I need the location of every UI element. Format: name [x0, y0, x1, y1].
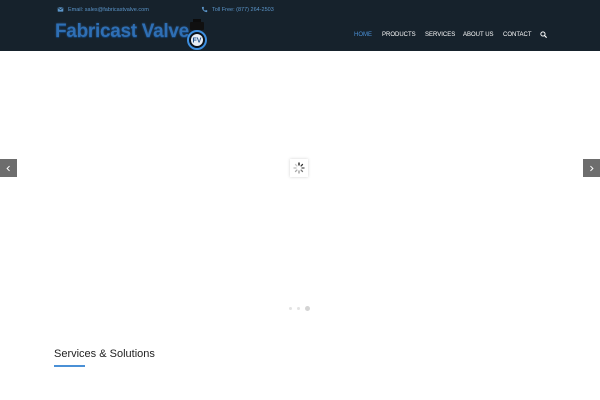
search-icon[interactable] [540, 31, 547, 38]
nav-item-products[interactable]: PRODUCTS [382, 30, 416, 40]
slider-dot-1[interactable] [289, 307, 292, 310]
envelope-icon [57, 7, 64, 12]
section-title-underline [54, 365, 85, 367]
nav-item-about-us[interactable]: ABOUT US [463, 30, 494, 40]
phone-icon [201, 6, 208, 13]
slider-prev-button[interactable] [0, 159, 17, 177]
email-text: Email: sales@fabricastvalve.com [68, 6, 149, 13]
spinner-icon [293, 162, 305, 174]
slider-dot-2[interactable] [297, 307, 300, 310]
slider-loader [290, 159, 308, 177]
nav-item-services[interactable]: SERVICES [425, 30, 455, 40]
chevron-left-icon [6, 165, 10, 171]
chevron-right-icon [590, 165, 594, 171]
nav-item-contact[interactable]: CONTACT [503, 30, 532, 40]
topbar-email[interactable]: Email: sales@fabricastvalve.com [57, 5, 149, 14]
phone-text: Toll Free: (877) 264-2503 [212, 6, 274, 13]
slider-next-button[interactable] [583, 159, 600, 177]
topbar-phone[interactable]: Toll Free: (877) 264-2503 [201, 5, 274, 14]
section-title: Services & Solutions [54, 348, 155, 360]
slider-dot-3-active[interactable] [305, 306, 310, 311]
nav-item-home[interactable]: HOME [354, 30, 372, 40]
slider-pagination [289, 306, 319, 312]
main-nav: HOME PRODUCTS SERVICES ABOUT US CONTACT [0, 30, 600, 40]
site-header: Email: sales@fabricastvalve.com Toll Fre… [0, 0, 600, 51]
hero-slider [0, 51, 600, 321]
